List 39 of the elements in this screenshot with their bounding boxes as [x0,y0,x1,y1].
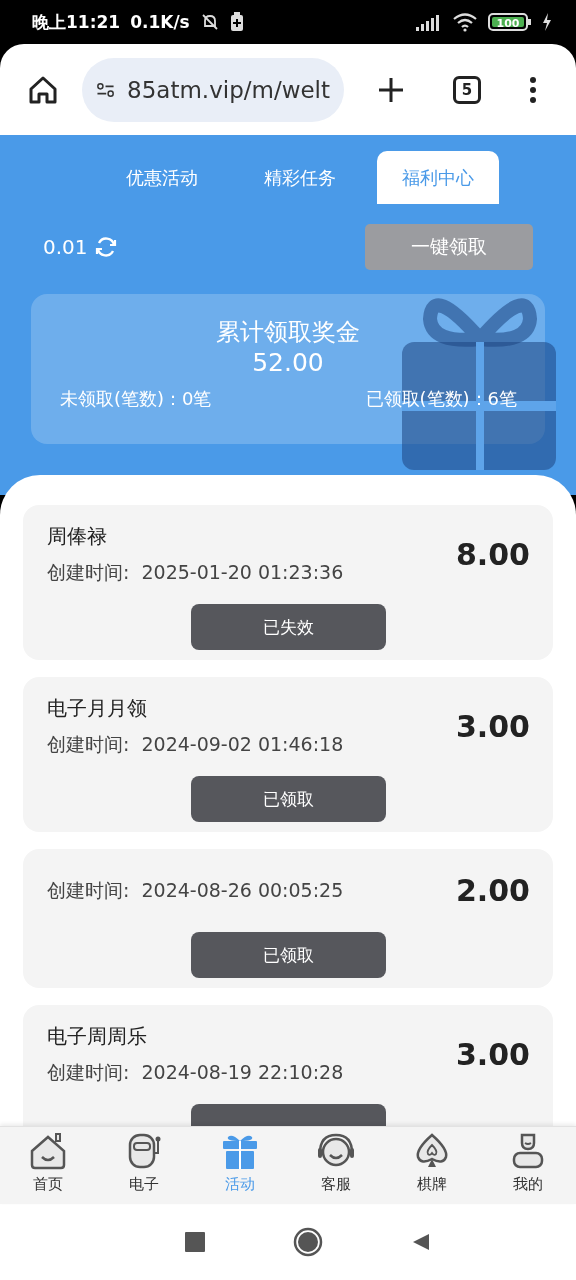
reward-amount: 3.00 [455,1037,530,1072]
created-time: 创建时间: 2024-08-19 22:10:28 [47,1060,344,1085]
reward-title: 周俸禄 [47,523,108,550]
plus-icon[interactable] [377,75,405,104]
back-button[interactable] [411,1232,431,1252]
created-time: 创建时间: 2024-09-02 01:46:18 [47,732,344,757]
nav-tab[interactable]: 电子 [96,1127,192,1204]
nav-tab[interactable]: 首页 [0,1127,96,1204]
address-bar[interactable]: 85atm.vip/m/welt [82,57,344,122]
claimed-count: 已领取(笔数)：6笔 [365,387,517,411]
status-button[interactable]: 已失效 [191,604,386,650]
nav-tab[interactable]: 我的 [480,1127,576,1204]
more-menu-icon[interactable] [529,75,537,104]
created-time: 创建时间: 2024-08-26 00:05:25 [47,877,344,903]
reward-amount: 2.00 [455,873,530,908]
signal-icon [416,13,442,31]
created-time: 创建时间: 2025-01-20 01:23:36 [47,560,344,585]
reward-title: 电子月月领 [47,695,148,722]
status-button[interactable]: 已领取 [191,932,386,978]
reward-amount: 8.00 [455,537,530,572]
reward-title: 电子周周乐 [47,1023,148,1050]
balance: 0.01 [43,235,88,259]
refresh-icon[interactable] [93,235,118,259]
home-nav-button[interactable] [293,1227,323,1257]
reward-amount: 3.00 [455,709,530,744]
battery-level: 100 [496,16,520,30]
nav-tab[interactable]: 客服 [288,1127,384,1204]
wifi-icon [452,12,478,32]
total-amount: 52.00 [252,348,324,377]
status-button[interactable]: 已领取 [191,776,386,822]
tab-count-button[interactable]: 5 [453,75,481,104]
nav-tab[interactable]: 棋牌 [384,1127,480,1204]
battery-saver-icon [229,12,244,32]
status-time: 晚上11:21 [32,10,121,34]
summary-title: 累计领取奖金 [216,317,360,348]
network-speed: 0.1K/s [130,12,190,32]
muted-bell-icon [199,12,220,32]
url-text: 85atm.vip/m/welt [127,76,330,103]
unclaimed-count: 未领取(笔数)：0笔 [60,387,212,411]
